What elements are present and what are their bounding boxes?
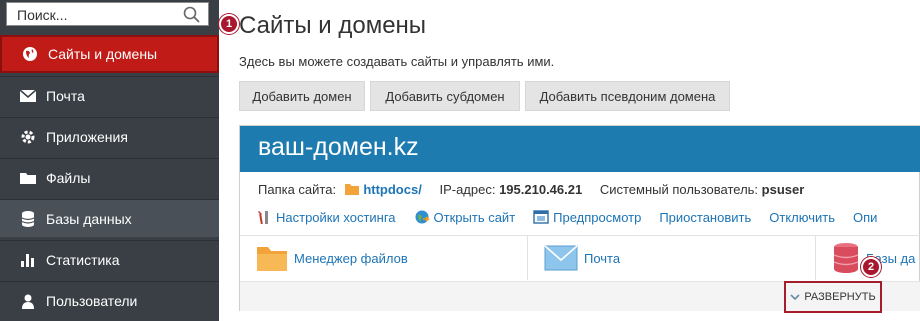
main-content: Сайты и домены Здесь вы можете создавать… [219,0,920,321]
sidebar-item-label: Пользователи [46,292,138,309]
domain-actions: Настройки хостинга Открыть сайт Предпрос… [256,209,895,225]
callout-badge-2: 2 [861,257,881,277]
page-subtitle: Здесь вы можете создавать сайты и управл… [239,54,555,69]
sidebar-item-mail[interactable]: Почта [0,76,219,114]
sidebar-item-label: Приложения [46,128,128,145]
chevron-down-icon [790,294,800,301]
preview-icon [533,210,549,224]
envelope-icon [18,86,38,106]
tiles-divider [240,235,920,236]
database-icon [833,243,859,273]
sidebar-item-label: Почта [46,87,85,104]
search-input[interactable]: Поиск... [17,7,67,23]
ip-label: IP-адрес: [439,182,496,197]
page-title: Сайты и домены [239,12,427,39]
sidebar-item-label: Базы данных [46,210,132,227]
mail-tile[interactable]: Почта [544,238,620,278]
folder-label: Папка сайта: [258,182,337,197]
user-icon [18,291,38,311]
sidebar-item-users[interactable]: Пользователи [0,281,219,319]
database-icon [18,209,38,229]
system-user-value: psuser [761,182,805,197]
gear-icon [18,127,38,147]
preview-link[interactable]: Предпросмотр [533,209,641,225]
sidebar-item-apps[interactable]: Приложения [0,117,219,155]
tile-divider [815,236,816,280]
folder-icon [344,184,359,195]
hosting-settings-link[interactable]: Настройки хостинга [256,209,396,225]
folder-icon [18,168,38,188]
sidebar-item-sites[interactable]: Сайты и домены [0,35,219,73]
search-icon[interactable] [182,5,202,25]
add-domain-alias-button[interactable]: Добавить псевдоним домена [525,81,730,111]
open-site-link[interactable]: Открыть сайт [414,209,515,225]
folder-link[interactable]: httpdocs/ [363,182,422,197]
sidebar: Поиск... Сайты и домены Почта Приложения… [0,0,219,321]
system-user-label: Системный пользователь: [599,182,759,197]
bar-chart-icon [18,250,38,270]
file-manager-tile[interactable]: Менеджер файлов [256,238,408,278]
domain-panel: ваш-домен.kz Папка сайта: httpdocs/ IP-а… [239,125,920,313]
domain-info: Папка сайта: httpdocs/ IP-адрес: 195.210… [258,182,804,197]
expand-button[interactable]: РАЗВЕРНУТЬ [784,281,882,313]
globe-arrow-icon [415,210,430,224]
tile-divider [527,236,528,280]
sidebar-item-label: Сайты и домены [48,46,158,62]
sidebar-item-label: Статистика [46,251,120,268]
add-subdomain-button[interactable]: Добавить субдомен [370,81,520,111]
sidebar-item-label: Файлы [46,169,91,186]
disable-link[interactable]: Отключить [769,209,835,225]
sidebar-item-stats[interactable]: Статистика [0,240,219,278]
envelope-icon [544,245,578,271]
search-box[interactable]: Поиск... [6,2,209,26]
ip-value: 195.210.46.21 [499,182,583,197]
suspend-link[interactable]: Приостановить [659,209,751,225]
globe-icon [20,44,40,64]
description-link[interactable]: Опи [853,209,877,225]
add-domain-button[interactable]: Добавить домен [239,81,365,111]
sidebar-item-files[interactable]: Файлы [0,158,219,196]
domain-banner: ваш-домен.kz [240,126,920,172]
domain-name[interactable]: ваш-домен.kz [258,133,419,162]
folder-icon [257,247,287,271]
sidebar-item-databases[interactable]: Базы данных [0,199,219,237]
tools-icon [258,211,268,225]
